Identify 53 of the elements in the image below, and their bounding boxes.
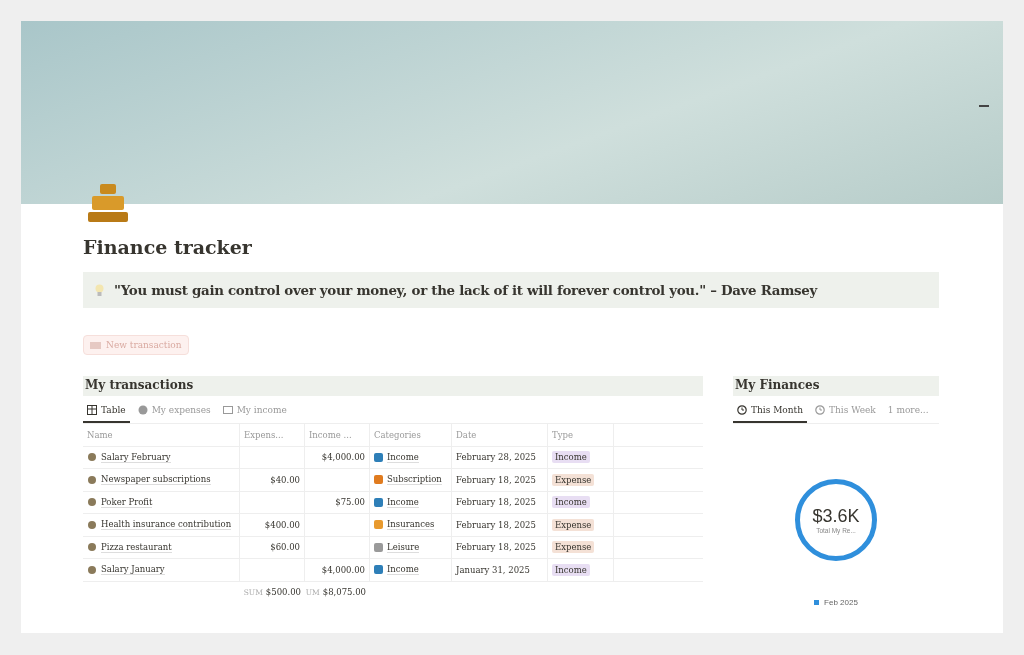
- section-heading: My transactions: [83, 376, 703, 396]
- section-heading: My Finances: [733, 376, 939, 396]
- income-amount: $4,000.00: [321, 452, 365, 463]
- transaction-name[interactable]: Pizza restaurant: [101, 541, 172, 553]
- expense-amount: $60.00: [270, 542, 300, 553]
- clock-icon: [815, 405, 825, 415]
- date-text: February 18, 2025: [456, 497, 536, 508]
- income-amount: $75.00: [335, 497, 365, 508]
- legend-label: Feb 2025: [824, 598, 858, 607]
- category-link[interactable]: Subscription: [387, 474, 442, 486]
- category-link[interactable]: Income: [387, 451, 419, 463]
- type-tag: Income: [552, 451, 590, 464]
- sum-value: $8,075.00: [322, 587, 366, 598]
- category-link[interactable]: Income: [387, 496, 419, 508]
- category-link[interactable]: Leisure: [387, 541, 420, 553]
- total-value: $3.6K: [812, 506, 860, 527]
- income-amount: $4,000.00: [321, 564, 365, 575]
- date-text: February 18, 2025: [456, 474, 536, 485]
- date-text: February 18, 2025: [456, 519, 536, 530]
- type-tag: Expense: [552, 541, 595, 554]
- type-tag: Expense: [552, 473, 595, 486]
- view-tab[interactable]: Table: [83, 401, 130, 423]
- type-tag: Expense: [552, 518, 595, 531]
- item-icon: [87, 497, 97, 508]
- expense-amount: $400.00: [264, 519, 300, 530]
- item-icon: [87, 452, 97, 463]
- view-icon: [137, 405, 148, 415]
- item-icon: [87, 519, 97, 530]
- view-icon: [222, 405, 233, 415]
- scroll-marker-icon: [979, 105, 989, 107]
- item-icon: [87, 474, 97, 485]
- date-text: January 31, 2025: [456, 564, 530, 575]
- date-text: February 28, 2025: [456, 452, 536, 463]
- category-link[interactable]: Insurances: [387, 519, 435, 531]
- light-bulb-icon: [95, 284, 104, 296]
- type-tag: Income: [552, 496, 590, 509]
- view-icon: [87, 405, 97, 415]
- transaction-name[interactable]: Poker Profit: [101, 496, 153, 508]
- date-text: February 18, 2025: [456, 542, 536, 553]
- view-tab[interactable]: This Month: [733, 401, 807, 423]
- transaction-name[interactable]: Salary February: [101, 451, 171, 463]
- clock-icon: [737, 405, 747, 415]
- category-link[interactable]: Income: [387, 564, 419, 576]
- transaction-name[interactable]: Salary January: [101, 564, 165, 576]
- type-tag: Income: [552, 563, 590, 576]
- transaction-name[interactable]: Newspaper subscriptions: [101, 474, 211, 486]
- sum-value: $500.00: [265, 587, 301, 598]
- item-icon: [87, 542, 97, 553]
- item-icon: [87, 564, 97, 575]
- page-title: Finance tracker: [83, 236, 253, 258]
- transaction-name[interactable]: Health insurance contribution: [101, 519, 232, 531]
- quote-text: "You must gain control over your money, or the lack of it will forever control you." – Dave Ramsey: [114, 282, 817, 298]
- expense-amount: $40.00: [270, 474, 300, 485]
